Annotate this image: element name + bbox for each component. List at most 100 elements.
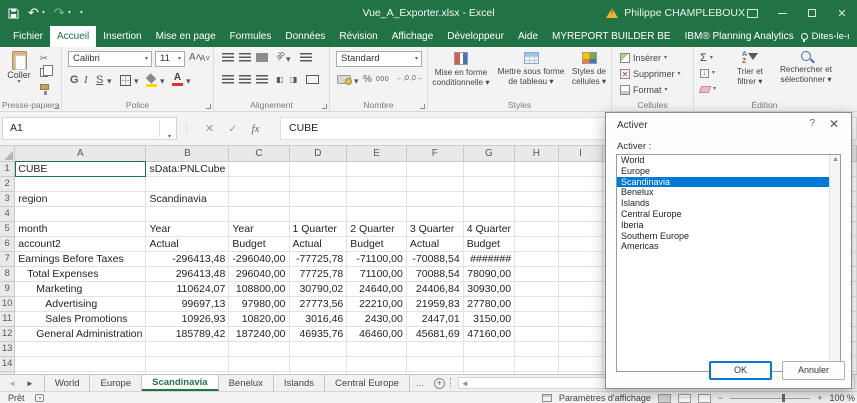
cancel-button[interactable]: Annuler [782,361,845,380]
cell-A1[interactable]: CUBE [14,161,147,177]
cell-G2[interactable] [463,176,516,192]
cell-A9[interactable]: Marketing [14,281,147,297]
row-header-4[interactable]: 4 [0,206,16,222]
cell-D10[interactable]: 27773,56 [289,296,348,312]
row-header-2[interactable]: 2 [0,176,16,192]
cell-D2[interactable] [289,176,348,192]
cell-E11[interactable]: 2430,00 [346,311,407,327]
tab-r-vision[interactable]: Révision [332,26,384,47]
cell-I6[interactable] [558,236,604,252]
cell-I1[interactable] [558,161,604,177]
sheet-tab-central-europe[interactable]: Central Europe [325,375,410,391]
cell-A4[interactable] [14,206,147,222]
cell-I4[interactable] [558,206,604,222]
cell-I7[interactable] [558,251,604,267]
list-item-scandinavia[interactable]: Scandinavia [617,176,840,188]
cell-B5[interactable]: Year [145,221,230,237]
list-item-iberia[interactable]: Iberia [617,220,840,231]
cell-B14[interactable] [145,356,230,372]
name-box[interactable]: A1 ▾ [2,117,177,140]
row-header-10[interactable]: 10 [0,296,16,312]
sheet-overflow[interactable]: ... [410,375,430,391]
cell-F12[interactable]: 45681,69 [406,326,464,342]
column-header-b[interactable]: B [145,146,230,162]
cell-G7[interactable]: ####### [463,251,516,267]
cell-I13[interactable] [558,341,604,357]
cell-F13[interactable] [406,341,464,357]
cell-E2[interactable] [346,176,407,192]
delete-button[interactable]: ✕ Supprimer ▾ [620,69,681,79]
list-item-islands[interactable]: Islands [617,198,840,209]
cell-E7[interactable]: -71100,00 [346,251,407,267]
font-dialog-launcher-icon[interactable] [206,104,211,109]
zoom-in-button[interactable]: + [817,393,822,403]
tab-donn-es[interactable]: Données [278,26,332,47]
cell-F11[interactable]: 2447,01 [406,311,464,327]
cell-G5[interactable]: 4 Quarter [463,221,516,237]
column-header-i[interactable]: I [558,146,604,162]
cell-D3[interactable] [289,191,348,207]
user-name[interactable]: Philippe CHAMPLEBOUX [624,7,745,19]
column-header-d[interactable]: D [289,146,348,162]
normal-view-button[interactable] [657,393,671,403]
cell-I5[interactable] [558,221,604,237]
cell-C10[interactable]: 97980,00 [228,296,290,312]
paste-button[interactable]: Coller ▾ [4,51,34,85]
cell-D5[interactable]: 1 Quarter [289,221,348,237]
cell-I14[interactable] [558,356,604,372]
cell-F8[interactable]: 70088,54 [406,266,464,282]
cell-H5[interactable] [514,221,559,237]
list-item-americas[interactable]: Americas [617,241,840,252]
cell-G6[interactable]: Budget [463,236,516,252]
cell-H14[interactable] [514,356,559,372]
cell-D1[interactable] [289,161,348,177]
borders-caret-icon[interactable]: ▾ [134,77,139,86]
column-header-e[interactable]: E [346,146,407,162]
font-size-select[interactable]: 11 ▾ [155,51,185,67]
increase-decimal-icon[interactable]: ←,0 [396,75,409,82]
cell-E9[interactable]: 24640,00 [346,281,407,297]
cell-I10[interactable] [558,296,604,312]
cell-B9[interactable]: 110624,07 [145,281,230,297]
cell-H11[interactable] [514,311,559,327]
dialog-close-icon[interactable]: ✕ [829,117,839,131]
alignment-dialog-launcher-icon[interactable] [322,104,327,109]
column-header-f[interactable]: F [406,146,464,162]
cell-H12[interactable] [514,326,559,342]
cell-H9[interactable] [514,281,559,297]
cell-G12[interactable]: 47160,00 [463,326,516,342]
cell-C12[interactable]: 187240,00 [228,326,290,342]
cell-G9[interactable]: 30930,00 [463,281,516,297]
insert-button[interactable]: Insérer ▾ [620,53,667,63]
cell-B3[interactable]: Scandinavia [145,191,230,207]
fill-color-icon[interactable] [146,75,157,87]
cell-I8[interactable] [558,266,604,282]
fill-color-caret-icon[interactable]: ▾ [160,77,165,86]
tab-myreport-builder-be[interactable]: MYREPORT BUILDER BE [545,26,678,47]
cell-I11[interactable] [558,311,604,327]
row-header-3[interactable]: 3 [0,191,16,207]
cell-F14[interactable] [406,356,464,372]
copy-icon[interactable] [40,65,53,77]
cell-B13[interactable] [145,341,230,357]
close-button[interactable]: ✕ [827,0,857,26]
comma-style-button[interactable]: 000 [376,76,389,83]
font-color-icon[interactable]: A [172,73,183,86]
cell-H6[interactable] [514,236,559,252]
cell-A2[interactable] [14,176,147,192]
align-left-icon[interactable] [222,75,234,84]
cell-G1[interactable] [463,161,516,177]
format-painter-icon[interactable] [40,84,49,95]
fill-button[interactable]: ↓ ▾ [700,69,715,78]
cell-F1[interactable] [406,161,464,177]
cell-I2[interactable] [558,176,604,192]
tell-me-link[interactable]: Dites-le-ı [812,31,850,42]
align-middle-icon[interactable] [239,53,251,62]
cell-A14[interactable] [14,356,147,372]
dialog-help-icon[interactable]: ? [809,118,815,129]
cell-A12[interactable]: General Administration [14,326,147,342]
list-scrollbar[interactable]: ▲▼ [829,155,840,371]
cell-H8[interactable] [514,266,559,282]
underline-caret-icon[interactable]: ▾ [107,77,112,86]
cell-H1[interactable] [514,161,559,177]
